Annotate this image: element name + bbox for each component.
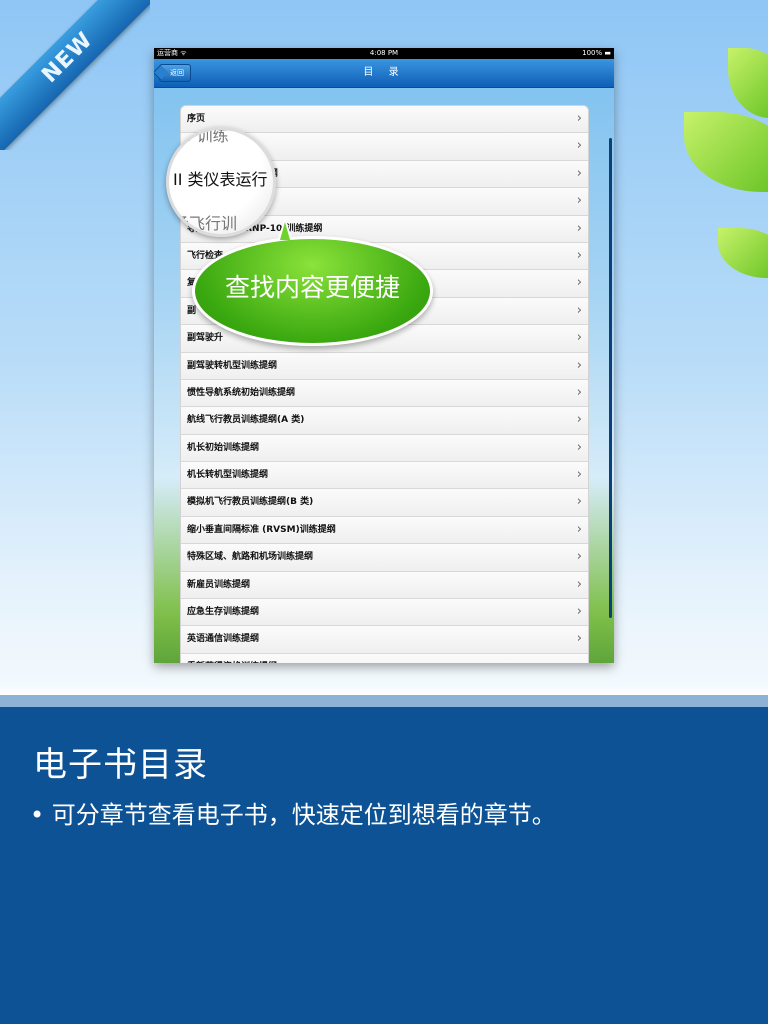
list-item[interactable]: 英语通信训练提纲 › xyxy=(181,626,588,654)
list-item-label: 重新获得资格训练提纲 xyxy=(187,662,277,663)
list-item[interactable]: 模拟机飞行教员训练提纲(B 类) › xyxy=(181,489,588,517)
chevron-right-icon: › xyxy=(576,138,582,154)
list-item-label: 序页 xyxy=(187,114,206,124)
list-item[interactable]: 航线飞行教员训练提纲(A 类) › xyxy=(181,407,588,435)
chevron-right-icon: › xyxy=(576,193,582,209)
list-item[interactable]: 重新获得资格训练提纲 › xyxy=(181,653,588,663)
new-ribbon-label: NEW xyxy=(0,0,150,150)
scrollbar[interactable] xyxy=(609,138,612,618)
list-item-label: 副驾驶转机型训练提纲 xyxy=(187,360,278,371)
leaf-decoration xyxy=(728,48,768,118)
chevron-right-icon: › xyxy=(576,439,582,455)
chevron-right-icon: › xyxy=(576,357,582,373)
list-item-label: 机长初始训练提纲 xyxy=(187,442,260,453)
status-bar: 运营商 ᯤ 4:08 PM 100% ▬ xyxy=(154,48,614,59)
list-item-label: 缩小垂直间隔标准 (RVSM)训练提纲 xyxy=(187,524,336,535)
magnifier-text-middle: II 类仪表运行 xyxy=(173,170,268,189)
leaf-decoration xyxy=(684,112,768,192)
bubble-tail-inner xyxy=(280,222,290,240)
chevron-right-icon: › xyxy=(577,654,582,663)
chevron-right-icon: › xyxy=(576,576,582,592)
list-item-label: 新雇员训练提纲 xyxy=(187,579,251,590)
battery-indicator: 100% ▬ xyxy=(582,49,611,57)
chevron-right-icon: › xyxy=(576,604,582,620)
chevron-right-icon: › xyxy=(576,631,582,647)
divider-stripe xyxy=(0,695,768,707)
chevron-right-icon: › xyxy=(576,467,582,483)
chevron-right-icon: › xyxy=(576,384,582,400)
list-item[interactable]: 惯性导航系统初始训练提纲 › xyxy=(181,379,588,408)
list-item-label: 特殊区域、航路和机场训练提纲 xyxy=(187,552,314,563)
chevron-right-icon: › xyxy=(576,275,582,291)
list-item-label: 模拟机飞行教员训练提纲(B 类) xyxy=(187,497,314,508)
page-title: 目 录 xyxy=(363,67,405,78)
list-item-label: 惯性导航系统初始训练提纲 xyxy=(187,387,296,398)
list-item[interactable]: 应急生存训练提纲 › xyxy=(181,599,588,627)
new-ribbon: NEW xyxy=(0,0,150,150)
list-item-label: 英语通信训练提纲 xyxy=(187,634,260,645)
callout-bubble: 查找内容更便捷 xyxy=(192,236,433,346)
list-item-label: 机长转机型训练提纲 xyxy=(187,470,269,481)
leaf-decoration xyxy=(718,228,768,278)
chevron-right-icon: › xyxy=(576,220,582,236)
list-item[interactable]: 序页 › xyxy=(181,106,588,134)
feature-title: 电子书目录 xyxy=(33,745,208,785)
list-item[interactable]: 新雇员训练提纲 › xyxy=(181,571,588,600)
chevron-right-icon: › xyxy=(576,549,582,565)
list-item[interactable]: 缩小垂直间隔标准 (RVSM)训练提纲 › xyxy=(181,516,588,545)
chevron-right-icon: › xyxy=(576,111,582,126)
chevron-right-icon: › xyxy=(576,521,582,537)
magnifier-lens: IM 训练 II 类仪表运行 场飞行训 xyxy=(166,127,276,237)
list-item[interactable]: 机长转机型训练提纲 › xyxy=(181,462,588,490)
chevron-right-icon: › xyxy=(576,330,582,346)
chevron-right-icon: › xyxy=(576,302,582,318)
feature-description: • 可分章节查看电子书，快速定位到想看的章节。 xyxy=(30,801,556,829)
feature-description-panel: 电子书目录 • 可分章节查看电子书，快速定位到想看的章节。 xyxy=(0,707,768,1024)
magnifier-text-bottom: 场飞行训 xyxy=(173,214,238,233)
list-item[interactable]: 特殊区域、航路和机场训练提纲 › xyxy=(181,544,588,572)
list-item[interactable]: 机长初始训练提纲 › xyxy=(181,434,588,463)
nav-bar: 返回 目 录 xyxy=(154,59,614,88)
chevron-right-icon: › xyxy=(576,165,582,181)
chevron-right-icon: › xyxy=(576,494,582,510)
chevron-right-icon: › xyxy=(576,247,582,263)
list-item-label: 应急生存训练提纲 xyxy=(187,607,260,618)
list-item-label: 航线飞行教员训练提纲(A 类) xyxy=(187,415,305,426)
callout-text: 查找内容更便捷 xyxy=(224,273,400,302)
chevron-right-icon: › xyxy=(576,412,582,428)
list-item[interactable]: 副驾驶转机型训练提纲 › xyxy=(181,352,588,380)
magnifier-text-top: IM 训练 xyxy=(173,127,229,145)
status-time: 4:08 PM xyxy=(369,49,399,57)
